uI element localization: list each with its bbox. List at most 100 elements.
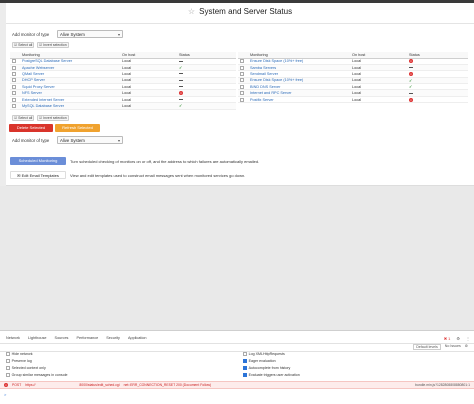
monitor-link[interactable]: Internet and RPC Server: [250, 91, 292, 95]
refresh-selected-button[interactable]: Refresh Selected: [55, 124, 100, 132]
row-checkbox[interactable]: [12, 59, 16, 64]
invert-selection-button-bottom[interactable]: ☑ Invert selection: [37, 115, 69, 121]
monitor-link[interactable]: Samba Servers: [250, 66, 276, 70]
row-checkbox[interactable]: [12, 78, 16, 83]
console-prompt[interactable]: >: [4, 392, 6, 397]
console-option[interactable]: Preserve log: [6, 359, 32, 363]
option-label: Selected context only: [11, 366, 46, 370]
invert-selection-button[interactable]: ☑ Invert selection: [37, 42, 69, 48]
error-url[interactable]: https://: [25, 383, 35, 387]
monitor-type-value: Alive System: [60, 138, 85, 143]
status-down-icon: ×: [409, 71, 413, 76]
monitor-type-select[interactable]: Alive System ▾: [57, 30, 123, 38]
monitor-link[interactable]: BIND DNS Server: [250, 85, 280, 89]
page-title: System and Server Status: [199, 7, 293, 16]
host-cell: Local: [350, 96, 407, 104]
row-checkbox[interactable]: [12, 97, 16, 102]
row-checkbox[interactable]: [240, 91, 244, 96]
row-checkbox[interactable]: [240, 97, 244, 102]
error-method: POST: [12, 383, 22, 387]
devtools-tab[interactable]: Performance: [76, 334, 98, 342]
title-divider: [6, 23, 474, 24]
devtools-tab[interactable]: Network: [6, 334, 20, 342]
console-option[interactable]: Eager evaluation: [243, 359, 276, 363]
option-checkbox[interactable]: [243, 352, 247, 356]
edit-email-templates-button[interactable]: ✉ Edit Email Templates: [10, 171, 66, 179]
option-label: Log XMLHttpRequests: [248, 352, 285, 356]
envelope-icon: ✉: [17, 173, 21, 178]
monitor-link[interactable]: Extended Internet Server: [22, 98, 64, 102]
monitor-link[interactable]: Squid Proxy Server: [22, 85, 55, 89]
option-checkbox[interactable]: [243, 366, 247, 370]
error-source[interactable]: bundle.min.js?1282808808880801:1: [415, 383, 470, 387]
option-checkbox[interactable]: [6, 373, 10, 377]
status-unknown-icon: [179, 73, 183, 75]
monitor-link[interactable]: DHCP Server: [22, 78, 45, 82]
status-up-icon: ✓: [179, 104, 183, 109]
row-checkbox[interactable]: [12, 71, 16, 76]
delete-selected-button[interactable]: Delete Selected: [9, 124, 53, 132]
devtools-tab[interactable]: Security: [106, 334, 120, 342]
row-checkbox[interactable]: [240, 71, 244, 76]
title-row: ☆ System and Server Status: [6, 7, 474, 16]
devtools-tab[interactable]: Application: [128, 334, 147, 342]
default-levels-dropdown[interactable]: Default levels: [413, 344, 441, 350]
row-checkbox[interactable]: [12, 84, 16, 89]
monitor-link[interactable]: MySQL Database Server: [22, 104, 64, 108]
host-cell: Local: [120, 102, 177, 110]
empty-page-area: [0, 186, 474, 330]
monitor-link[interactable]: QMail Server: [22, 72, 44, 76]
console-option[interactable]: Selected context only: [6, 366, 46, 370]
monitor-link[interactable]: Apache Webserver: [22, 66, 54, 70]
error-path[interactable]: 8000/status/edit_sched.cgi: [79, 383, 119, 387]
error-count: 1: [448, 336, 451, 341]
app-panel: ☆ System and Server Status Add monitor o…: [6, 3, 474, 186]
error-count-badge[interactable]: ✖ 1: [444, 336, 451, 341]
monitor-link[interactable]: Sendmail Server: [250, 72, 278, 76]
console-option[interactable]: Autocomplete from history: [243, 366, 290, 370]
right-monitor-table: Monitoring On host Status Ensure Disk Sp…: [238, 52, 468, 104]
gear-icon[interactable]: ⚙: [465, 344, 468, 350]
add-monitor-label: Add monitor of type: [12, 32, 50, 37]
console-error-line[interactable]: × POST https:// 8000/status/edit_sched.c…: [0, 381, 474, 389]
row-checkbox[interactable]: [12, 103, 16, 108]
devtools-tab[interactable]: Lighthouse: [28, 334, 47, 342]
option-checkbox[interactable]: [6, 366, 10, 370]
option-checkbox[interactable]: [6, 359, 10, 363]
checkbox-icon: ☑: [14, 116, 18, 120]
monitor-type-select-bottom[interactable]: Alive System ▾: [57, 136, 123, 144]
row-checkbox[interactable]: [240, 59, 244, 64]
error-code: net::ERR_CONNECTION_RESET 200 (Document …: [123, 383, 212, 387]
devtools-tab[interactable]: Sources: [55, 334, 69, 342]
monitor-link[interactable]: Postfix Server: [250, 98, 274, 102]
error-icon: ×: [4, 383, 8, 387]
monitor-link[interactable]: NFS Server: [22, 91, 42, 95]
row-checkbox[interactable]: [240, 84, 244, 89]
console-option[interactable]: Hide network: [6, 352, 33, 356]
more-icon[interactable]: ⋮: [466, 336, 470, 341]
invert-selection-label: Invert selection: [43, 43, 67, 47]
status-unknown-icon: [179, 99, 183, 101]
select-all-button[interactable]: ☑ Select all: [12, 42, 35, 48]
option-label: Group similar messages in console: [11, 373, 68, 377]
console-option[interactable]: Log XMLHttpRequests: [243, 352, 285, 356]
select-all-label: Select all: [18, 43, 33, 47]
monitor-link[interactable]: Ensure Disk Space (10%+ free): [250, 78, 303, 82]
select-all-button-bottom[interactable]: ☑ Select all: [12, 115, 35, 121]
status-down-icon: ×: [409, 97, 413, 102]
console-option[interactable]: Group similar messages in console: [6, 373, 68, 377]
row-checkbox[interactable]: [240, 65, 244, 70]
scheduled-monitoring-button[interactable]: Scheduled Monitoring: [10, 157, 66, 165]
star-icon[interactable]: ☆: [188, 7, 195, 16]
option-checkbox[interactable]: [243, 373, 247, 377]
option-checkbox[interactable]: [243, 359, 247, 363]
row-checkbox[interactable]: [12, 91, 16, 96]
gear-icon[interactable]: ⚙: [456, 336, 460, 341]
option-checkbox[interactable]: [6, 352, 10, 356]
row-checkbox[interactable]: [12, 65, 16, 70]
console-option[interactable]: Evaluate triggers user activation: [243, 373, 300, 377]
monitor-link[interactable]: PostgreSQL Database Server: [22, 59, 72, 63]
row-checkbox[interactable]: [240, 78, 244, 83]
monitor-link[interactable]: Ensure Disk Space (10%+ free): [250, 59, 303, 63]
devtools-tabs: Network Lighthouse Sources Performance Secur…: [0, 334, 147, 342]
